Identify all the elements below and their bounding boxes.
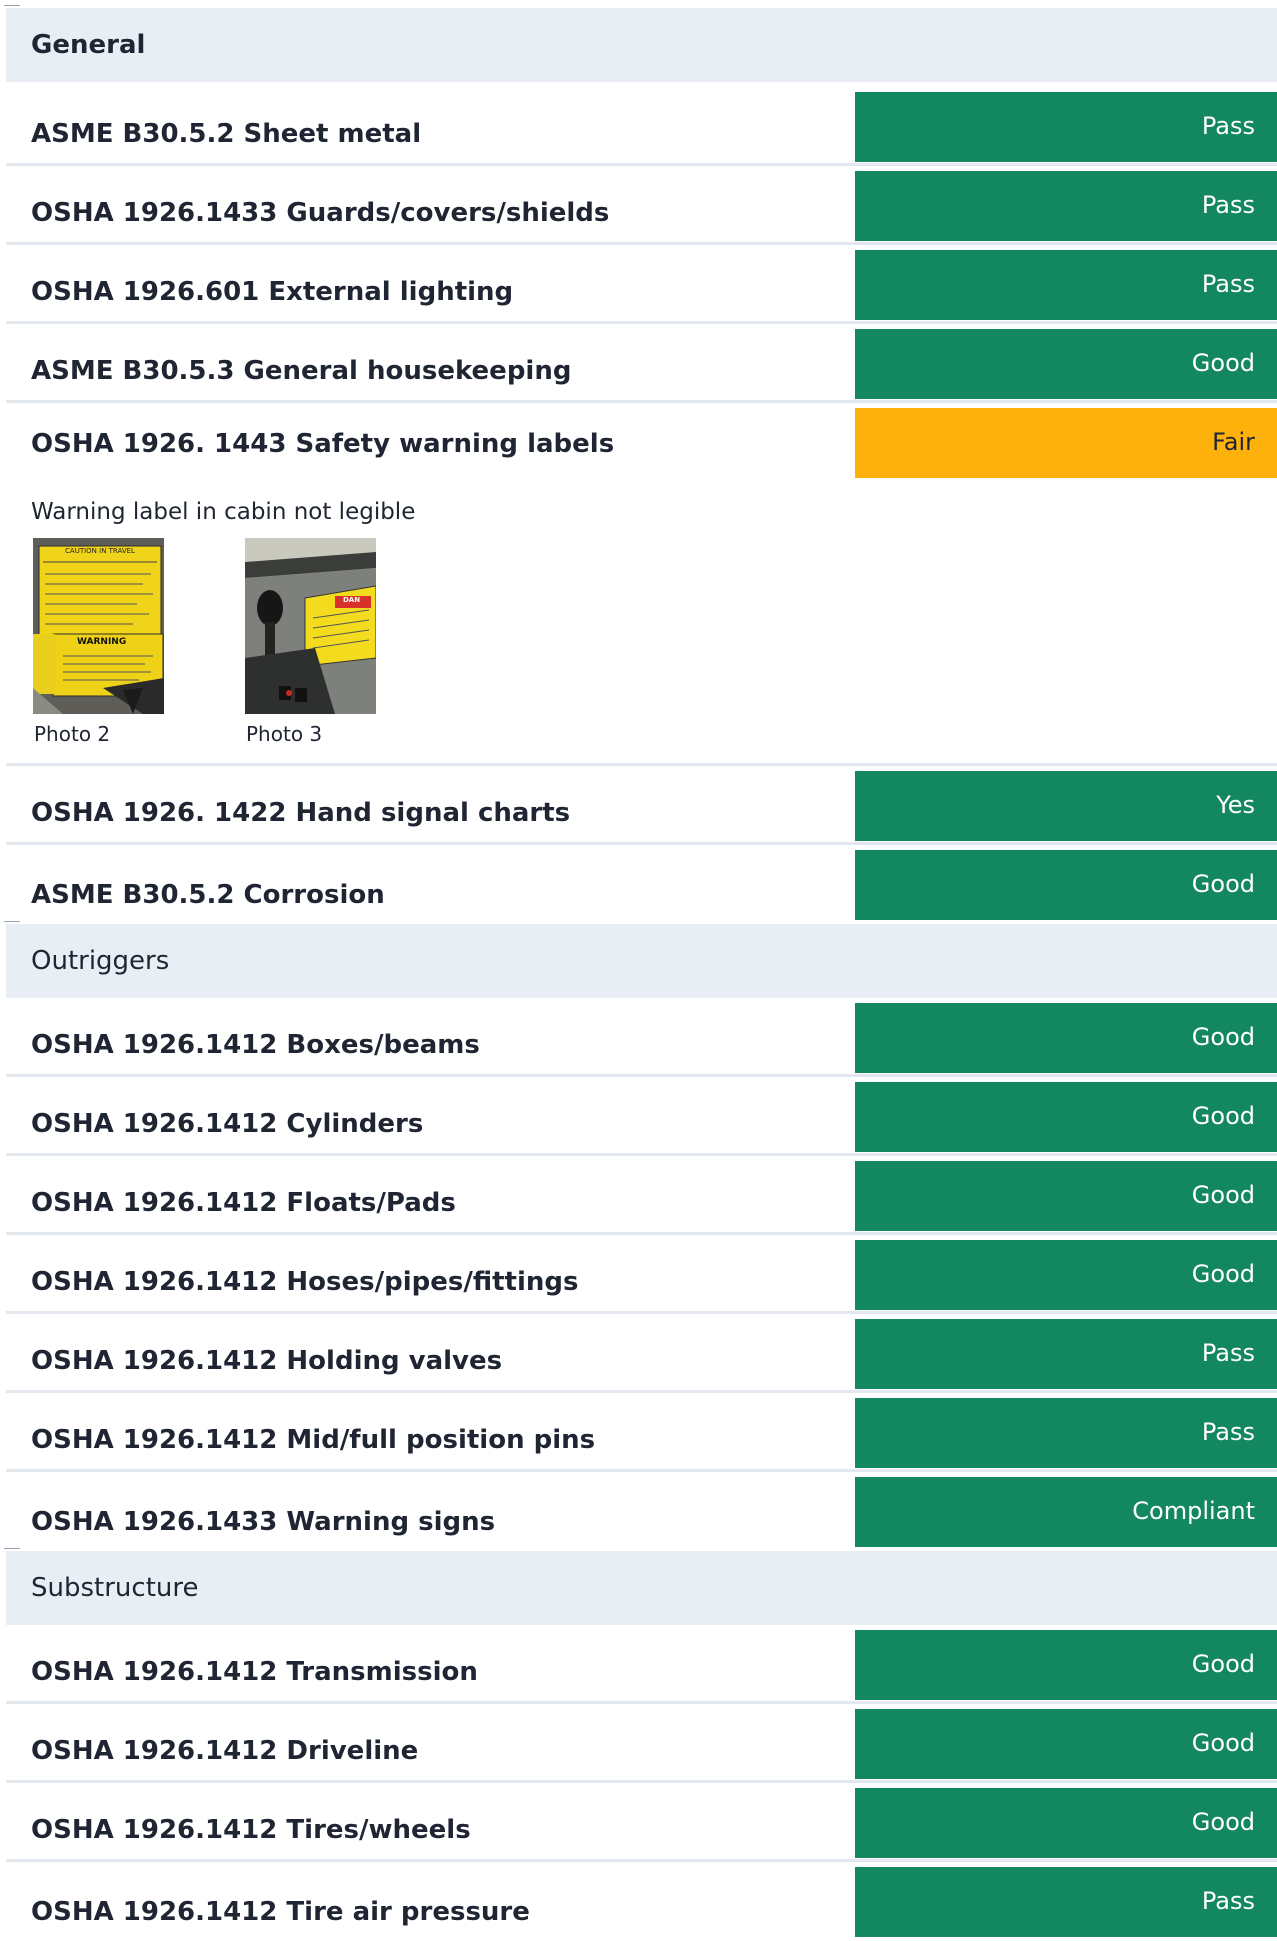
checklist-row[interactable]: OSHA 1926.1433 Guards/covers/shields Pas… <box>6 166 1277 245</box>
section-title: Substructure <box>6 1551 1277 1625</box>
section-substructure: Substructure OSHA 1926.1412 Transmission… <box>0 1548 1277 1941</box>
checklist-row[interactable]: OSHA 1926.1412 Hoses/pipes/fittings Good <box>6 1235 1277 1314</box>
row-label: OSHA 1926.1412 Boxes/beams <box>31 1030 480 1060</box>
cabin-control-photo <box>245 538 376 714</box>
inspection-note: Warning label in cabin not legible <box>31 499 416 525</box>
row-label: OSHA 1926.1433 Warning signs <box>31 1507 496 1537</box>
status-badge: Pass <box>855 171 1277 241</box>
row-label: ASME B30.5.3 General housekeeping <box>31 356 572 386</box>
checklist-row[interactable]: ASME B30.5.2 Sheet metal Pass <box>6 87 1277 166</box>
status-badge: Good <box>855 1630 1277 1700</box>
row-label: OSHA 1926.1412 Cylinders <box>31 1109 424 1139</box>
checklist-row[interactable]: OSHA 1926.1412 Mid/full position pins Pa… <box>6 1393 1277 1472</box>
section-general: General ASME B30.5.2 Sheet metal Pass OS… <box>0 0 1277 924</box>
row-label: OSHA 1926.1412 Mid/full position pins <box>31 1425 596 1455</box>
sticker-caution-text: CAUTION IN TRAVEL <box>65 547 135 555</box>
checklist-row[interactable]: OSHA 1926.1412 Floats/Pads Good <box>6 1156 1277 1235</box>
row-label: OSHA 1926.1412 Driveline <box>31 1736 419 1766</box>
section-outriggers: Outriggers OSHA 1926.1412 Boxes/beams Go… <box>0 921 1277 1551</box>
row-label: OSHA 1926. 1443 Safety warning labels <box>31 429 615 459</box>
status-badge: Good <box>855 329 1277 399</box>
row-label: ASME B30.5.2 Corrosion <box>31 880 385 910</box>
status-badge: Good <box>855 1709 1277 1779</box>
checklist-row[interactable]: OSHA 1926.1412 Tires/wheels Good <box>6 1783 1277 1862</box>
status-badge: Good <box>855 1003 1277 1073</box>
checklist-row[interactable]: OSHA 1926.1412 Driveline Good <box>6 1704 1277 1783</box>
photo-thumbnail[interactable]: DAN <box>245 538 376 714</box>
section-marker <box>4 921 20 922</box>
status-badge: Compliant <box>855 1477 1277 1547</box>
checklist-row[interactable]: OSHA 1926.1412 Transmission Good <box>6 1625 1277 1704</box>
checklist-row[interactable]: OSHA 1926.1412 Boxes/beams Good <box>6 998 1277 1077</box>
checklist-row[interactable]: OSHA 1926.1433 Warning signs Compliant <box>6 1472 1277 1551</box>
sticker-danger-text: DAN <box>343 596 361 604</box>
status-badge: Pass <box>855 1867 1277 1937</box>
status-badge: Pass <box>855 1398 1277 1468</box>
section-title: Outriggers <box>6 924 1277 998</box>
sticker-warning-text: WARNING <box>77 637 127 647</box>
photo-thumbnail[interactable]: CAUTION IN TRAVEL WARNING <box>33 538 164 714</box>
row-label: OSHA 1926.1433 Guards/covers/shields <box>31 198 610 228</box>
checklist-row[interactable]: OSHA 1926.1412 Holding valves Pass <box>6 1314 1277 1393</box>
checklist-row[interactable]: OSHA 1926.1412 Tire air pressure Pass <box>6 1862 1277 1941</box>
checklist-row[interactable]: OSHA 1926.601 External lighting Pass <box>6 245 1277 324</box>
status-badge: Fair <box>855 408 1277 478</box>
row-label: OSHA 1926.1412 Floats/Pads <box>31 1188 456 1218</box>
row-label: OSHA 1926.1412 Transmission <box>31 1657 478 1687</box>
status-badge: Good <box>855 1240 1277 1310</box>
status-badge: Pass <box>855 1319 1277 1389</box>
checklist-row-expanded[interactable]: OSHA 1926. 1443 Safety warning labels Fa… <box>6 403 1277 766</box>
row-label: ASME B30.5.2 Sheet metal <box>31 119 422 149</box>
row-label: OSHA 1926.1412 Hoses/pipes/fittings <box>31 1267 579 1297</box>
status-badge: Good <box>855 850 1277 920</box>
warning-label-photo <box>33 538 164 714</box>
section-title: General <box>6 8 1277 82</box>
checklist-row[interactable]: ASME B30.5.2 Corrosion Good <box>6 845 1277 924</box>
row-label: OSHA 1926.601 External lighting <box>31 277 514 307</box>
photo-caption: Photo 2 <box>34 722 111 746</box>
status-badge: Pass <box>855 92 1277 162</box>
status-badge: Good <box>855 1788 1277 1858</box>
status-badge: Pass <box>855 250 1277 320</box>
status-badge: Good <box>855 1161 1277 1231</box>
checklist-row[interactable]: OSHA 1926. 1422 Hand signal charts Yes <box>6 766 1277 845</box>
status-badge: Good <box>855 1082 1277 1152</box>
photo-caption: Photo 3 <box>246 722 323 746</box>
checklist-row[interactable]: ASME B30.5.3 General housekeeping Good <box>6 324 1277 403</box>
row-label: OSHA 1926.1412 Holding valves <box>31 1346 503 1376</box>
row-label: OSHA 1926. 1422 Hand signal charts <box>31 798 571 828</box>
row-label: OSHA 1926.1412 Tires/wheels <box>31 1815 471 1845</box>
status-badge: Yes <box>855 771 1277 841</box>
section-marker <box>4 1548 20 1549</box>
checklist-row[interactable]: OSHA 1926.1412 Cylinders Good <box>6 1077 1277 1156</box>
